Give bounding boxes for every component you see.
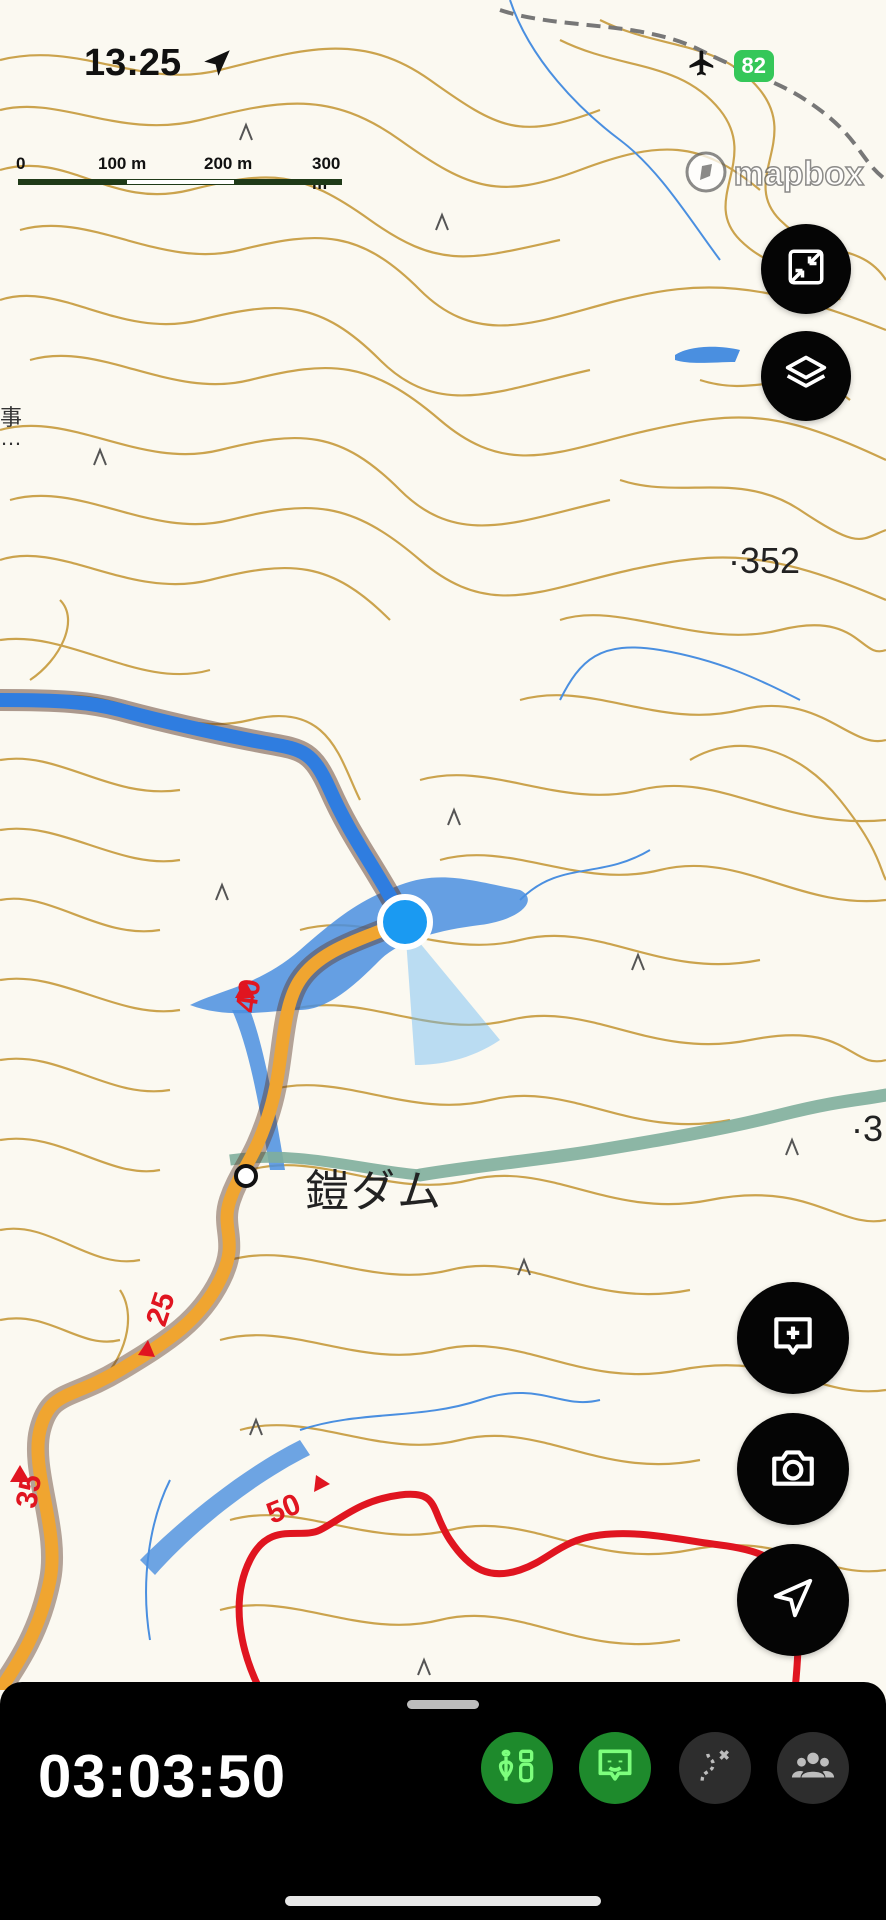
scale-bar: 0 100 m 200 m 300 m bbox=[16, 154, 346, 193]
layers-icon bbox=[784, 352, 828, 401]
chat-button[interactable] bbox=[579, 1732, 651, 1804]
mapbox-icon bbox=[684, 150, 728, 199]
group-button[interactable] bbox=[777, 1732, 849, 1804]
trail-markers-icon bbox=[495, 1744, 539, 1793]
elevation-value: 352 bbox=[740, 540, 801, 581]
scale-segment bbox=[126, 179, 236, 185]
waypoint-marker bbox=[234, 1164, 258, 1188]
fullscreen-toggle-icon bbox=[785, 246, 827, 293]
camera-icon bbox=[768, 1442, 818, 1497]
fullscreen-toggle-button[interactable] bbox=[761, 224, 851, 314]
elevation-value-edge: 3 bbox=[863, 1108, 884, 1149]
route-button[interactable] bbox=[679, 1732, 751, 1804]
route-marker-35: 35 bbox=[10, 1472, 49, 1511]
scale-label-0: 0 bbox=[16, 154, 26, 173]
dam-label: 鎧ダム bbox=[305, 1166, 443, 1217]
edge-label-ellipsis: … bbox=[0, 425, 22, 450]
location-services-icon bbox=[200, 46, 234, 85]
add-note-icon bbox=[768, 1311, 818, 1366]
sheet-grabber[interactable] bbox=[407, 1700, 479, 1709]
trail-markers-button[interactable] bbox=[481, 1732, 553, 1804]
elapsed-time: 03:03:50 bbox=[38, 1743, 287, 1810]
camera-button[interactable] bbox=[737, 1413, 849, 1525]
route-icon bbox=[693, 1744, 737, 1793]
scale-label-200: 200 m bbox=[204, 154, 253, 173]
location-arrow-icon bbox=[770, 1575, 816, 1626]
home-indicator[interactable] bbox=[285, 1896, 601, 1906]
scale-label-300: 300 m bbox=[312, 154, 341, 193]
mapbox-logo[interactable]: mapbox bbox=[684, 150, 865, 199]
group-icon bbox=[790, 1743, 836, 1794]
current-location bbox=[377, 894, 433, 950]
route-marker-40: 40 bbox=[230, 976, 268, 1015]
bottom-panel: 03:03:50 bbox=[0, 1682, 886, 1920]
status-time: 13:25 bbox=[84, 42, 182, 84]
elevation-label-edge: ·3 bbox=[851, 1108, 884, 1149]
elevation-label: ·352 bbox=[728, 540, 801, 581]
battery-indicator: 82 bbox=[733, 49, 774, 82]
scale-segment bbox=[234, 179, 342, 185]
mapbox-wordmark: mapbox bbox=[733, 154, 865, 194]
airplane-mode-icon bbox=[684, 48, 720, 83]
scale-segment bbox=[18, 179, 126, 185]
scale-label-100: 100 m bbox=[98, 154, 147, 173]
layers-button[interactable] bbox=[761, 331, 851, 421]
add-note-button[interactable] bbox=[737, 1282, 849, 1394]
status-right: 82 bbox=[684, 48, 774, 83]
chat-icon bbox=[593, 1744, 637, 1793]
locate-me-button[interactable] bbox=[737, 1544, 849, 1656]
